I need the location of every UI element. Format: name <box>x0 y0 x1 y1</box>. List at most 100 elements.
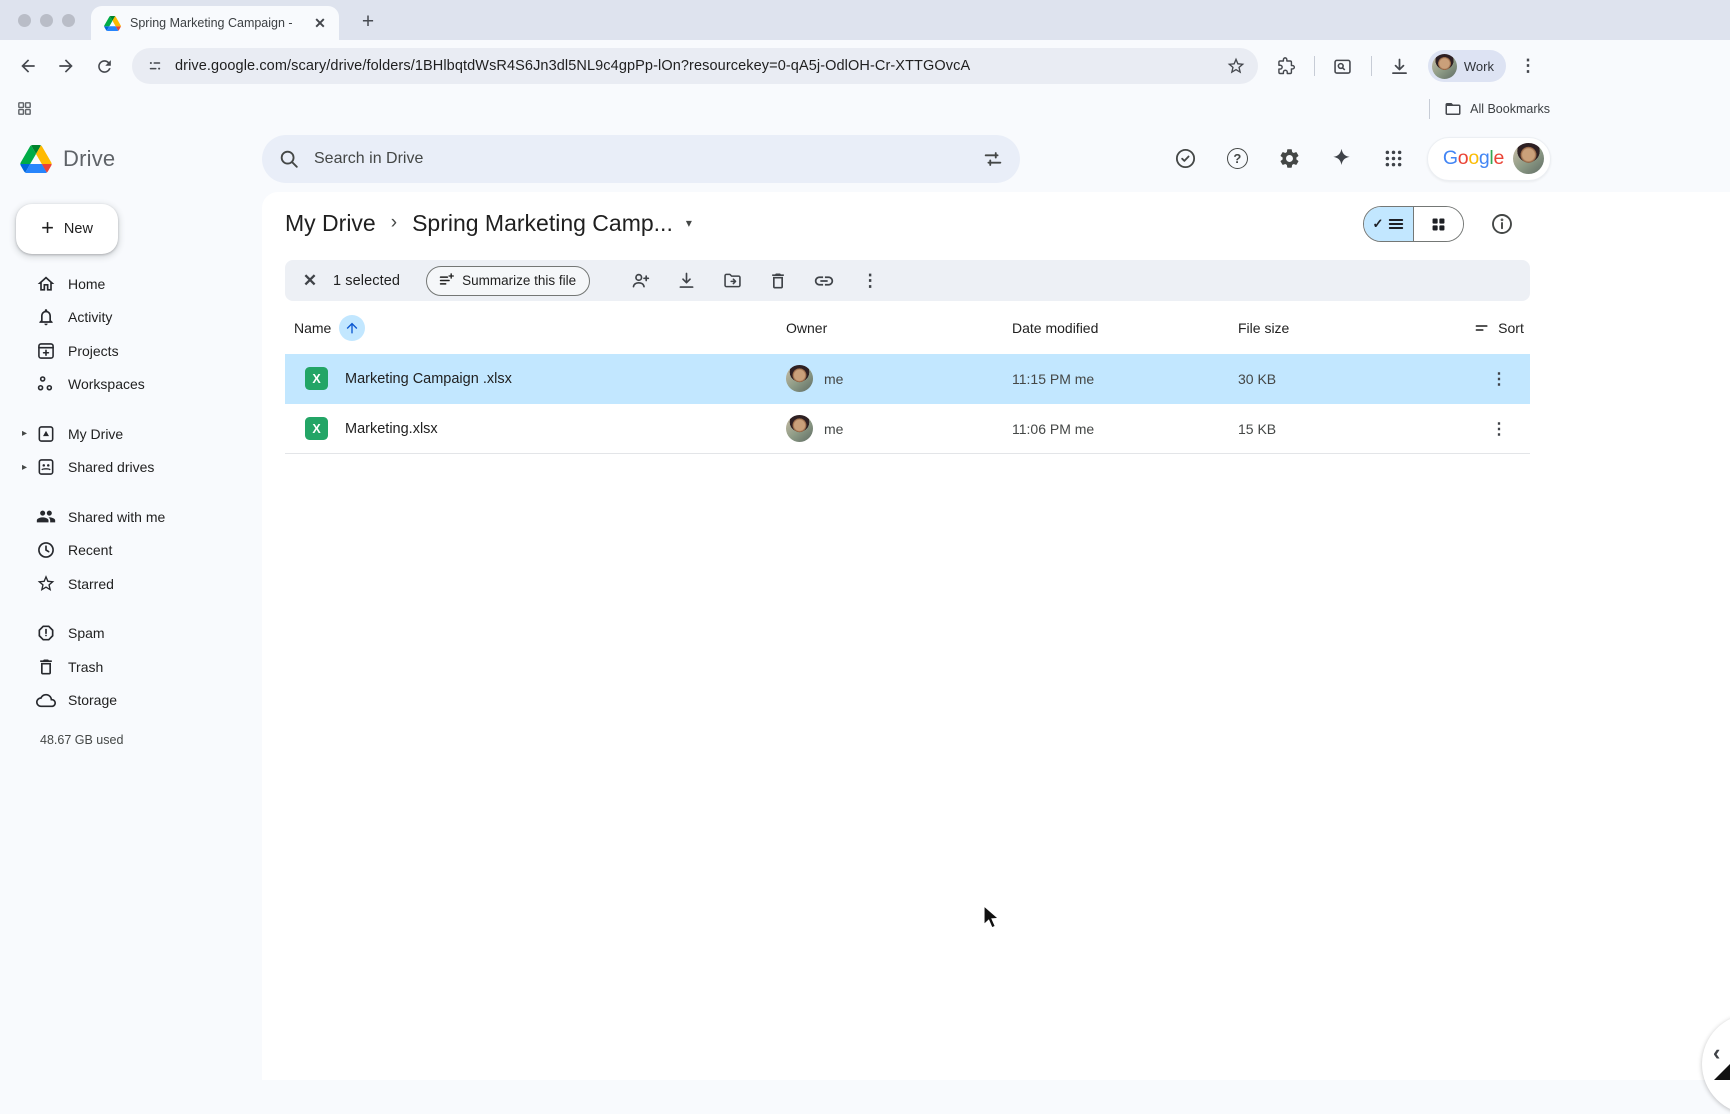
offline-status-icon[interactable] <box>1173 146 1198 171</box>
column-header-modified[interactable]: Date modified <box>1012 320 1238 336</box>
grid-view-button[interactable] <box>1413 207 1463 241</box>
search-placeholder: Search in Drive <box>314 150 982 168</box>
drive-sidebar: + New Home Activity <box>0 192 262 1080</box>
reload-icon[interactable] <box>88 50 120 82</box>
sidebar-item-workspaces[interactable]: Workspaces <box>0 368 262 402</box>
share-person-add-icon[interactable] <box>629 270 651 292</box>
forward-icon[interactable] <box>50 50 82 82</box>
window-controls <box>18 14 75 27</box>
column-header-name[interactable]: Name <box>285 315 786 341</box>
sidebar-item-my-drive[interactable]: ▸ My Drive <box>0 417 262 451</box>
row-more-actions-icon[interactable]: ⋮ <box>1485 415 1513 443</box>
summarize-label: Summarize this file <box>462 273 576 288</box>
sidebar-item-projects[interactable]: Projects <box>0 334 262 368</box>
sort-button[interactable]: Sort <box>1474 320 1524 336</box>
breadcrumb-my-drive[interactable]: My Drive <box>285 210 376 237</box>
expand-caret-icon[interactable]: ▸ <box>22 428 36 439</box>
sort-ascending-icon[interactable] <box>339 315 365 341</box>
sidebar-item-activity[interactable]: Activity <box>0 301 262 335</box>
gemini-spark-icon[interactable] <box>1329 146 1354 171</box>
chevron-left-icon: ‹ <box>1713 1040 1720 1066</box>
file-row-marketing-campaign[interactable]: X Marketing Campaign .xlsx me 11:15 PM m… <box>285 354 1530 404</box>
extensions-icon[interactable] <box>1270 50 1302 82</box>
file-size: 15 KB <box>1238 421 1468 437</box>
bookmark-star-icon[interactable] <box>1226 56 1246 76</box>
move-to-folder-icon[interactable] <box>721 270 743 292</box>
corner-wedge <box>1714 1064 1730 1080</box>
tab-close-icon[interactable]: ✕ <box>311 14 329 32</box>
new-button[interactable]: + New <box>16 204 118 254</box>
settings-gear-icon[interactable] <box>1277 146 1302 171</box>
breadcrumb-chevron-icon: › <box>391 212 397 234</box>
breadcrumb: My Drive › Spring Marketing Camp... ▾ ✓ <box>262 192 1730 254</box>
column-header-owner[interactable]: Owner <box>786 320 1012 336</box>
site-settings-icon[interactable] <box>146 57 164 75</box>
bell-icon <box>36 307 56 327</box>
chrome-menu-icon[interactable]: ⋮ <box>1512 50 1544 82</box>
star-icon <box>36 574 56 594</box>
selection-actions: ⋮ <box>605 270 881 292</box>
more-actions-icon[interactable]: ⋮ <box>859 270 881 292</box>
trash-icon <box>36 657 56 677</box>
sidebar-item-starred[interactable]: Starred <box>0 567 262 601</box>
copy-link-icon[interactable] <box>813 270 835 292</box>
expand-caret-icon[interactable]: ▸ <box>22 462 36 473</box>
details-info-icon[interactable] <box>1489 211 1515 237</box>
window-close-button[interactable] <box>18 14 31 27</box>
window-minimize-button[interactable] <box>40 14 53 27</box>
view-toggle: ✓ <box>1363 206 1464 242</box>
file-row-marketing[interactable]: X Marketing.xlsx me 11:06 PM me 15 KB ⋮ <box>285 404 1530 454</box>
google-logo-letter: o <box>1468 147 1479 169</box>
back-icon[interactable] <box>12 50 44 82</box>
downloads-icon[interactable] <box>1384 50 1416 82</box>
sidebar-item-home[interactable]: Home <box>0 267 262 301</box>
drive-favicon-icon <box>104 16 121 31</box>
search-options-icon[interactable] <box>982 148 1004 170</box>
plus-icon: + <box>41 215 54 241</box>
new-tab-button[interactable]: + <box>355 10 381 34</box>
owner-avatar <box>786 365 813 392</box>
google-apps-grid-icon[interactable] <box>1381 146 1406 171</box>
selection-toolbar: ✕ 1 selected Summarize this file <box>285 260 1530 301</box>
storage-used-label: 48.67 GB used <box>40 733 262 747</box>
download-icon[interactable] <box>675 270 697 292</box>
sidebar-item-spam[interactable]: Spam <box>0 617 262 651</box>
help-icon[interactable]: ? <box>1225 146 1250 171</box>
trash-icon[interactable] <box>767 270 789 292</box>
sidebar-item-trash[interactable]: Trash <box>0 650 262 684</box>
folder-icon <box>1444 100 1462 118</box>
owner-avatar <box>786 415 813 442</box>
home-icon <box>36 274 56 294</box>
browser-profile-chip[interactable]: Work <box>1428 50 1506 82</box>
breadcrumb-current-folder[interactable]: Spring Marketing Camp... <box>412 210 673 237</box>
all-bookmarks-button[interactable]: All Bookmarks <box>1423 99 1550 119</box>
sidebar-item-shared-with-me[interactable]: Shared with me <box>0 500 262 534</box>
folder-menu-caret-icon[interactable]: ▾ <box>686 216 692 230</box>
drive-search-bar[interactable]: Search in Drive <box>262 135 1020 183</box>
sidebar-item-recent[interactable]: Recent <box>0 534 262 568</box>
clear-selection-icon[interactable]: ✕ <box>299 270 321 292</box>
sidebar-item-storage[interactable]: Storage <box>0 684 262 718</box>
google-logo-letter: o <box>1458 147 1469 169</box>
window-zoom-button[interactable] <box>62 14 75 27</box>
search-side-panel-icon[interactable] <box>1327 50 1359 82</box>
column-header-size[interactable]: File size <box>1238 320 1468 336</box>
url-bar[interactable]: drive.google.com/scary/drive/folders/1BH… <box>132 48 1258 84</box>
row-more-actions-icon[interactable]: ⋮ <box>1485 365 1513 393</box>
file-name: Marketing Campaign .xlsx <box>345 371 512 387</box>
sort-lines-icon <box>1474 320 1490 336</box>
grid-view-icon <box>1430 216 1447 233</box>
file-modified: 11:06 PM me <box>1012 421 1238 437</box>
summarize-icon <box>438 272 455 289</box>
summarize-file-button[interactable]: Summarize this file <box>426 266 590 296</box>
browser-toolbar: drive.google.com/scary/drive/folders/1BH… <box>0 40 1730 92</box>
account-avatar[interactable] <box>1513 143 1544 174</box>
new-button-label: New <box>64 221 93 237</box>
tab-groups-icon[interactable] <box>10 95 38 123</box>
sidebar-item-shared-drives[interactable]: ▸ Shared drives <box>0 451 262 485</box>
list-view-button[interactable]: ✓ <box>1364 207 1413 241</box>
google-account-chip[interactable]: Google <box>1427 137 1551 181</box>
bookmarks-bar: All Bookmarks <box>0 92 1730 125</box>
drive-logo[interactable]: Drive <box>20 145 262 173</box>
browser-tab[interactable]: Spring Marketing Campaign - ✕ <box>91 6 339 40</box>
